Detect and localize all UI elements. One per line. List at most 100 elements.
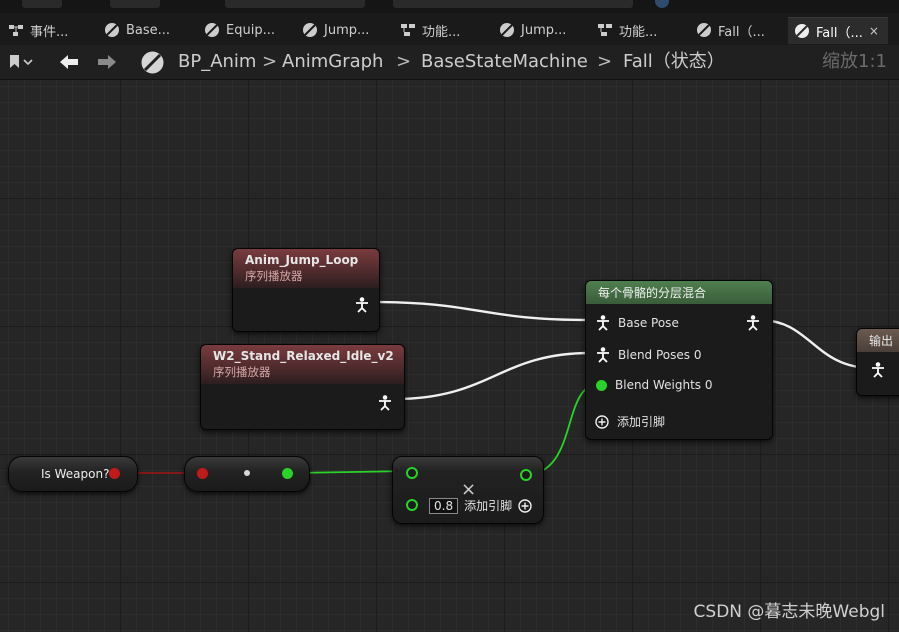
tab-function-2[interactable]: 功能...: [597, 17, 689, 43]
pose-pin-icon: [379, 395, 391, 411]
add-pin-icon: [595, 414, 609, 429]
node-header: W2_Stand_Relaxed_Idle_v2 序列播放器: [201, 345, 404, 384]
float-output-pin[interactable]: [282, 468, 293, 479]
layered-blend-per-bone-node[interactable]: 每个骨骼的分层混合 Base Pose Blend Poses 0 Blend …: [585, 280, 773, 440]
state-icon: [204, 22, 220, 38]
tab-fall-active[interactable]: Fall（... ×: [788, 17, 888, 44]
event-graph-icon: [8, 23, 24, 37]
pose-pin-icon: [872, 362, 884, 378]
watermark: CSDN @暮志未晚Webgl: [693, 602, 885, 622]
node-subtitle: 序列播放器: [213, 365, 271, 379]
bookmark-icon: [10, 55, 33, 68]
breadcrumb-separator: >: [262, 51, 278, 72]
multiply-node[interactable]: × 0.8 添加引脚: [392, 456, 544, 524]
pose-wire-idle-to-blend: [394, 351, 591, 401]
toolbar-fragment: [393, 0, 633, 8]
tab-jump[interactable]: Jump...: [302, 17, 392, 43]
breadcrumb-statemachine[interactable]: BaseStateMachine: [421, 45, 588, 79]
tab-label: Equip...: [226, 22, 275, 38]
multiply-value-row: 0.8 添加引脚: [429, 497, 532, 514]
anim-graph-canvas[interactable]: Anim_Jump_Loop 序列播放器 W2_Stand_Relaxed_Id…: [0, 80, 899, 632]
tab-label: 功能...: [619, 24, 658, 40]
is-weapon-variable-node[interactable]: Is Weapon?: [8, 456, 138, 492]
breadcrumb-current-state[interactable]: Fall（状态）: [623, 45, 725, 79]
conversion-dot-icon: [244, 470, 250, 476]
function-icon: [597, 23, 613, 37]
pose-wire-jump-to-base: [371, 300, 591, 322]
zoom-level: 缩放1:1: [822, 51, 887, 72]
output-pose-node[interactable]: 输出: [856, 328, 899, 396]
state-icon: [794, 23, 810, 39]
pose-output-pin[interactable]: [378, 395, 392, 411]
tab-label: Jump...: [324, 22, 370, 38]
breadcrumb-separator: >: [597, 51, 613, 72]
add-pin-label: 添加引脚: [617, 415, 666, 429]
status-dot: [655, 0, 669, 8]
top-toolbar-strip: [0, 0, 899, 13]
tab-fall[interactable]: Fall（...: [696, 17, 782, 43]
tab-label: Base...: [126, 22, 171, 38]
state-icon: [499, 22, 515, 38]
toolbar-fragment: [22, 0, 62, 8]
add-pin-button[interactable]: 添加引脚: [595, 413, 665, 430]
document-tab-bar: 事件... Base... Equip... Jump... 功能... Jum…: [0, 13, 899, 45]
add-pin-icon[interactable]: [518, 498, 532, 513]
tab-equip[interactable]: Equip...: [204, 17, 294, 43]
node-title: W2_Stand_Relaxed_Idle_v2: [213, 349, 394, 363]
close-icon[interactable]: ×: [869, 24, 879, 38]
back-arrow-icon[interactable]: [58, 53, 80, 75]
sequence-player-node-idle[interactable]: W2_Stand_Relaxed_Idle_v2 序列播放器: [200, 344, 405, 430]
node-header: Anim_Jump_Loop 序列播放器: [233, 249, 379, 288]
blend-weights-pin[interactable]: Blend Weights 0: [596, 378, 713, 392]
pin-label: Blend Weights 0: [615, 378, 713, 392]
pose-output-pin[interactable]: [355, 297, 369, 313]
tab-base[interactable]: Base...: [104, 17, 194, 43]
breadcrumb-root[interactable]: BP_Anim: [178, 45, 256, 79]
toolbar-fragment: [110, 0, 160, 8]
pin-label: Blend Poses 0: [618, 348, 702, 362]
tab-label: Fall（...: [718, 24, 765, 40]
sequence-player-node-jump[interactable]: Anim_Jump_Loop 序列播放器: [232, 248, 380, 332]
function-icon: [400, 23, 416, 37]
tab-jump-2[interactable]: Jump...: [499, 17, 587, 43]
breadcrumb-separator: >: [396, 51, 412, 72]
value-input[interactable]: 0.8: [429, 497, 459, 514]
bookmark-dropdown[interactable]: [8, 53, 34, 71]
bool-input-pin[interactable]: [197, 468, 208, 479]
pose-pin-icon: [597, 347, 609, 363]
pose-pin-icon: [597, 315, 609, 331]
tab-event-graph[interactable]: 事件...: [8, 17, 96, 43]
tab-label: Fall（...: [816, 25, 863, 41]
node-title: 每个骨骼的分层混合: [598, 286, 707, 300]
breadcrumb-animgraph[interactable]: AnimGraph: [282, 45, 383, 79]
tab-label: 事件...: [30, 24, 69, 40]
pose-pin-icon: [747, 315, 759, 331]
tab-label: 功能...: [422, 24, 461, 40]
state-icon: [302, 22, 318, 38]
state-icon: [140, 50, 165, 79]
node-title: 输出: [869, 334, 894, 348]
float-output-pin[interactable]: [520, 469, 532, 481]
blend-poses-pin[interactable]: Blend Poses 0: [596, 347, 701, 363]
tab-function[interactable]: 功能...: [400, 17, 492, 43]
forward-arrow-icon[interactable]: [96, 53, 118, 75]
add-pin-label: 添加引脚: [464, 499, 513, 513]
base-pose-pin[interactable]: Base Pose: [596, 315, 679, 331]
bool-output-pin[interactable]: [109, 468, 120, 479]
pin-label: Base Pose: [618, 316, 679, 330]
float-input-pin-a[interactable]: [406, 467, 418, 479]
pose-output-pin[interactable]: [746, 315, 760, 331]
state-icon: [104, 22, 120, 38]
float-pin-icon: [596, 379, 607, 391]
node-header: 输出: [857, 329, 899, 352]
result-pose-pin[interactable]: [871, 362, 885, 378]
node-header: 每个骨骼的分层混合: [586, 281, 772, 304]
tab-label: Jump...: [521, 22, 567, 38]
variable-label: Is Weapon?: [41, 467, 110, 481]
node-subtitle: 序列播放器: [245, 269, 303, 283]
breadcrumb: BP_Anim > AnimGraph > BaseStateMachine >…: [0, 45, 899, 80]
state-icon: [696, 22, 712, 38]
bool-to-float-node[interactable]: [184, 456, 310, 492]
float-input-pin-b[interactable]: [406, 499, 418, 511]
pose-pin-icon: [356, 297, 368, 313]
